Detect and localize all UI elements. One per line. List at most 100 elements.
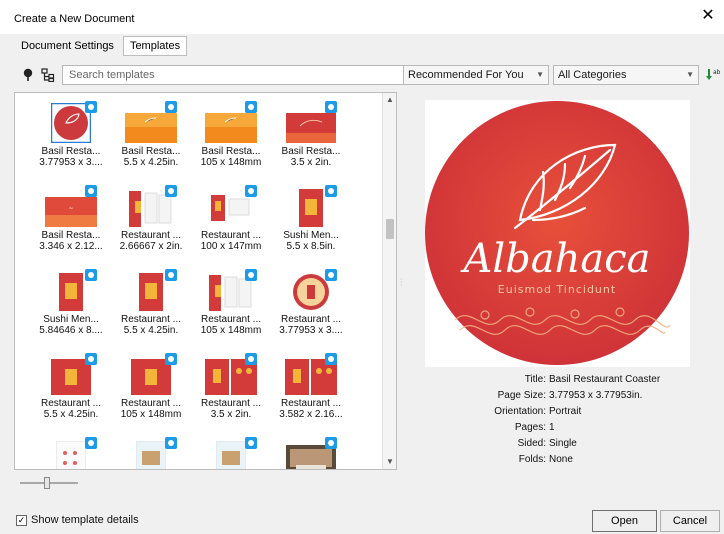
template-name: Restaurant ... — [120, 398, 182, 409]
info-badge-icon[interactable] — [245, 101, 257, 113]
detail-value: Single — [549, 438, 577, 449]
detail-label: Page Size: — [497, 390, 546, 401]
template-name: Restaurant ... — [280, 314, 342, 325]
template-item[interactable]: Sushi Men... 5.84646 x 8.... — [31, 269, 111, 353]
info-badge-icon[interactable] — [325, 185, 337, 197]
template-item[interactable]: Restaurant ... 100 x 147mm — [191, 185, 271, 269]
template-thumbnail — [111, 185, 191, 227]
close-icon[interactable]: ✕ — [698, 6, 718, 26]
search-field — [62, 65, 411, 85]
template-item[interactable]: Restaurant ... 3.77953 x 3.... — [271, 269, 351, 353]
detail-value: None — [549, 454, 573, 465]
detail-label: Sided: — [517, 438, 546, 449]
detail-label: Pages: — [514, 422, 546, 433]
open-button[interactable]: Open — [592, 510, 657, 532]
thumbnail-size-slider[interactable] — [20, 476, 78, 490]
template-item[interactable]: Restaurant ... 105 x 148mm — [111, 353, 191, 437]
info-badge-icon[interactable] — [245, 269, 257, 281]
info-badge-icon[interactable] — [325, 101, 337, 113]
info-badge-icon[interactable] — [325, 269, 337, 281]
template-item[interactable] — [271, 437, 351, 469]
template-size: 3.582 x 2.16... — [279, 409, 343, 420]
template-item[interactable]: Basil Resta... 5.5 x 4.25in. — [111, 101, 191, 185]
chevron-down-icon: ▼ — [536, 70, 544, 79]
pin-icon[interactable] — [18, 65, 38, 85]
template-gallery: Basil Resta... 3.77953 x 3.... Basil Resta… — [14, 92, 397, 470]
template-item[interactable]: Restaurant ... 5.5 x 4.25in. — [31, 353, 111, 437]
template-name: Restaurant ... — [120, 314, 182, 325]
template-size: 3.346 x 2.12... — [39, 241, 103, 252]
info-badge-icon[interactable] — [85, 437, 97, 449]
info-badge-icon[interactable] — [85, 101, 97, 113]
show-details-checkbox[interactable]: ✓ — [16, 515, 27, 526]
tab-document-settings[interactable]: Document Settings — [14, 36, 121, 56]
template-name: Basil Resta... — [201, 146, 261, 157]
template-size: 105 x 148mm — [200, 157, 262, 168]
template-size: 105 x 148mm — [200, 325, 262, 336]
template-item[interactable] — [31, 437, 111, 469]
template-item[interactable]: Basil Resta... 105 x 148mm — [191, 101, 271, 185]
template-item[interactable] — [111, 437, 191, 469]
info-badge-icon[interactable] — [85, 353, 97, 365]
detail-row: Sided: Single — [425, 438, 690, 454]
detail-row: Folds: None — [425, 454, 690, 470]
gallery-scrollbar[interactable]: ▲ ▼ — [382, 93, 396, 469]
slider-knob[interactable] — [44, 477, 50, 489]
info-badge-icon[interactable] — [165, 353, 177, 365]
info-badge-icon[interactable] — [245, 437, 257, 449]
tab-templates[interactable]: Templates — [122, 36, 188, 56]
template-item[interactable] — [191, 437, 271, 469]
template-thumbnail — [111, 353, 191, 395]
detail-label: Orientation: — [494, 406, 546, 417]
scroll-up-icon[interactable]: ▲ — [383, 93, 396, 107]
category-dropdown[interactable]: All Categories ▼ — [553, 65, 699, 85]
template-thumbnail — [111, 101, 191, 143]
template-thumbnail — [271, 101, 351, 143]
dialog-footer: ✓ Show template details Open Cancel — [0, 505, 724, 534]
info-badge-icon[interactable] — [325, 353, 337, 365]
template-item[interactable]: Restaurant ... 3.582 x 2.16... — [271, 353, 351, 437]
scroll-thumb[interactable] — [386, 219, 394, 239]
template-item[interactable]: Restaurant ... 2.66667 x 2in. — [111, 185, 191, 269]
info-badge-icon[interactable] — [245, 185, 257, 197]
template-item[interactable]: Basil Resta... 3.77953 x 3.... — [31, 101, 111, 185]
splitter-handle[interactable]: · · · — [400, 276, 403, 289]
template-size: 3.77953 x 3.... — [39, 157, 103, 168]
template-size: 3.77953 x 3.... — [279, 325, 343, 336]
template-size: 100 x 147mm — [200, 241, 262, 252]
cancel-button[interactable]: Cancel — [660, 510, 720, 532]
create-document-dialog: Create a New Document ✕ Document Setting… — [0, 0, 724, 534]
template-item[interactable]: Restaurant ... 5.5 x 4.25in. — [111, 269, 191, 353]
template-size: 3.5 x 2in. — [210, 409, 252, 420]
template-item[interactable]: Restaurant ... 3.5 x 2in. — [191, 353, 271, 437]
info-badge-icon[interactable] — [165, 185, 177, 197]
template-thumbnail — [111, 437, 191, 469]
info-badge-icon[interactable] — [85, 185, 97, 197]
template-toolbar: Recommended For You ▼ All Categories ▼ a… — [14, 64, 721, 86]
template-thumbnail — [111, 269, 191, 311]
hierarchy-icon[interactable] — [38, 65, 58, 85]
recommendation-dropdown[interactable]: Recommended For You ▼ — [403, 65, 549, 85]
sort-icon[interactable]: ab — [704, 67, 721, 83]
scroll-down-icon[interactable]: ▼ — [383, 455, 396, 469]
template-thumbnail: ~ — [31, 185, 111, 227]
search-input[interactable] — [63, 66, 410, 84]
template-name: Basil Resta... — [41, 146, 101, 157]
template-item[interactable]: Restaurant ... 105 x 148mm — [191, 269, 271, 353]
template-name: Sushi Men... — [43, 314, 99, 325]
template-item[interactable]: Basil Resta... 3.5 x 2in. — [271, 101, 351, 185]
info-badge-icon[interactable] — [165, 437, 177, 449]
info-badge-icon[interactable] — [85, 269, 97, 281]
template-item[interactable]: ~ Basil Resta... 3.346 x 2.12... — [31, 185, 111, 269]
template-details: Title: Basil Restaurant Coaster Page Size:… — [425, 374, 690, 470]
template-thumbnail — [271, 353, 351, 395]
info-badge-icon[interactable] — [165, 269, 177, 281]
template-item[interactable]: Sushi Men... 5.5 x 8.5in. — [271, 185, 351, 269]
template-name: Restaurant ... — [200, 398, 262, 409]
info-badge-icon[interactable] — [325, 437, 337, 449]
template-name: Basil Resta... — [41, 230, 101, 241]
template-thumbnail — [271, 437, 351, 469]
info-badge-icon[interactable] — [165, 101, 177, 113]
template-thumbnail — [191, 269, 271, 311]
info-badge-icon[interactable] — [245, 353, 257, 365]
